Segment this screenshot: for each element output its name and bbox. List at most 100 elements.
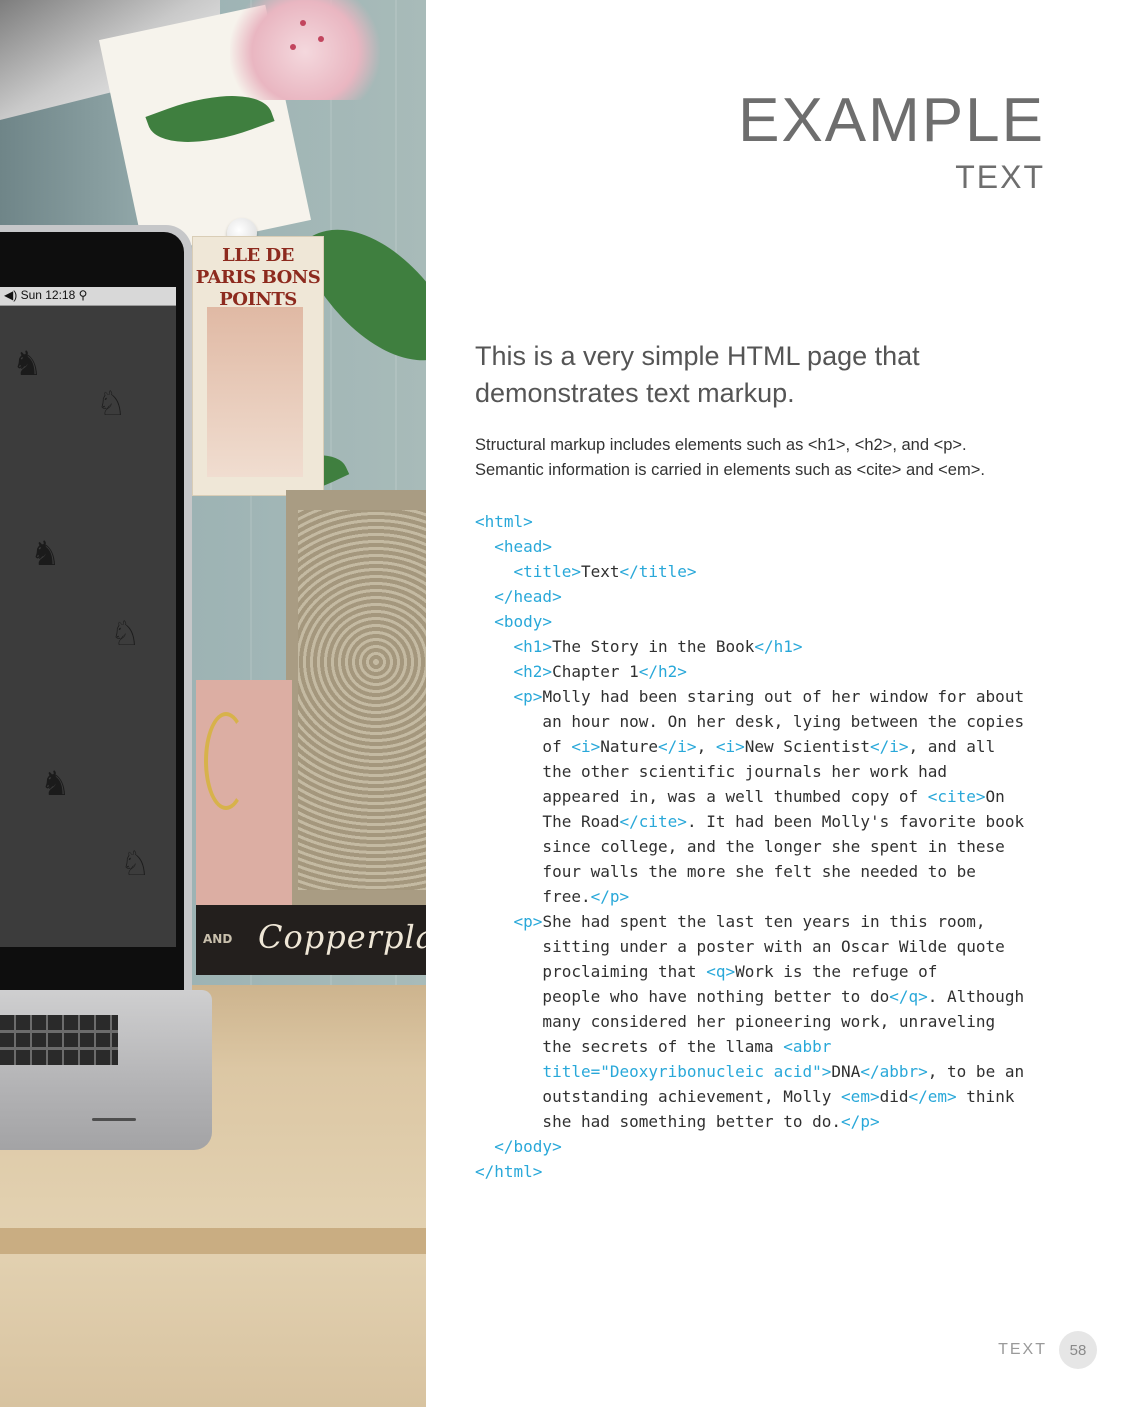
code-text: appeared in, was a well thumbed copy of — [475, 787, 928, 806]
code-listing: <html> <head> <title>Text</title> </head… — [475, 509, 1024, 1184]
code-line: </head> — [475, 584, 1024, 609]
code-tag: </head> — [494, 587, 562, 606]
keyboard-row-gap — [0, 1047, 118, 1050]
code-tag: <p> — [513, 912, 543, 931]
code-text: she had something better to do. — [475, 1112, 842, 1131]
code-line: an hour now. On her desk, lying between … — [475, 709, 1024, 734]
code-text: since college, and the longer she spent … — [475, 837, 1005, 856]
code-text: sitting under a poster with an Oscar Wil… — [475, 937, 1005, 956]
page-subtitle: TEXT — [955, 159, 1045, 195]
code-text: the other scientific journals her work h… — [475, 762, 948, 781]
code-line: of <i>Nature</i>, <i>New Scientist</i>, … — [475, 734, 1024, 759]
intro-line: This is a very simple HTML page that — [475, 341, 920, 371]
laptop-keyboard — [0, 1015, 118, 1065]
code-line: since college, and the longer she spent … — [475, 834, 1024, 859]
code-line: many considered her pioneering work, unr… — [475, 1009, 1024, 1034]
code-line: four walls the more she felt she needed … — [475, 859, 1024, 884]
code-tag: </i> — [869, 737, 909, 756]
code-text: , to be an — [927, 1062, 1025, 1081]
code-text: DNA — [831, 1062, 861, 1081]
code-text: four walls the more she felt she needed … — [475, 862, 976, 881]
code-line: The Road</cite>. It had been Molly's fav… — [475, 809, 1024, 834]
code-tag: </q> — [889, 987, 928, 1006]
code-text: . It had been Molly's favorite book — [686, 812, 1025, 831]
code-tag: <h2> — [513, 662, 553, 681]
code-line: <body> — [475, 609, 1024, 634]
code-tag: </body> — [494, 1137, 562, 1156]
code-tag: <em> — [841, 1087, 880, 1106]
code-line: <h2>Chapter 1</h2> — [475, 659, 1024, 684]
code-tag: </h1> — [754, 637, 803, 656]
code-line: sitting under a poster with an Oscar Wil… — [475, 934, 1024, 959]
section-heading: EXAMPLE TEXT — [738, 86, 1045, 196]
code-text: Nature — [600, 737, 659, 756]
code-text: . Although — [927, 987, 1025, 1006]
code-line: the secrets of the llama <abbr — [475, 1034, 1024, 1059]
code-text: of — [475, 737, 572, 756]
code-text: The Road — [475, 812, 620, 831]
code-tag: <head> — [494, 537, 553, 556]
book-spine-label: Copperpla — [258, 918, 426, 956]
code-tag: </html> — [475, 1162, 543, 1181]
description-line: Structural markup includes elements such… — [475, 436, 967, 454]
code-text: Molly had been staring out of her window… — [542, 687, 1025, 706]
code-line: <head> — [475, 534, 1024, 559]
footer-section-label: TEXT — [998, 1341, 1047, 1358]
code-tag: <title> — [513, 562, 581, 581]
code-text: an hour now. On her desk, lying between … — [475, 712, 1025, 731]
code-text: Chapter 1 — [552, 662, 639, 681]
code-tag: </abbr> — [860, 1062, 928, 1081]
deer-pattern-icon: ♘ — [96, 384, 127, 424]
spotlight-search-icon: ⚲ — [78, 288, 88, 302]
code-tag: </em> — [908, 1087, 957, 1106]
petal-spot — [300, 20, 306, 26]
postcard-illustration — [207, 307, 303, 477]
deer-pattern-icon: ♞ — [30, 534, 61, 574]
code-line: proclaiming that <q>Work is the refuge o… — [475, 959, 1024, 984]
code-tag: <cite> — [927, 787, 986, 806]
code-tag: <p> — [513, 687, 543, 706]
book-ornament — [298, 510, 426, 890]
code-line: <title>Text</title> — [475, 559, 1024, 584]
code-tag: <h1> — [513, 637, 553, 656]
deer-pattern-icon: ♘ — [120, 844, 151, 884]
petal-spot — [290, 44, 296, 50]
code-line: appeared in, was a well thumbed copy of … — [475, 784, 1024, 809]
code-tag: </i> — [658, 737, 697, 756]
code-line: free.</p> — [475, 884, 1024, 909]
code-text: Text — [580, 562, 620, 581]
page-title: EXAMPLE — [738, 86, 1045, 155]
code-tag: </cite> — [619, 812, 687, 831]
code-text: people who have nothing better to do — [475, 987, 890, 1006]
code-line: </body> — [475, 1134, 1024, 1159]
code-line: title="Deoxyribonucleic acid">DNA</abbr>… — [475, 1059, 1024, 1084]
code-text: The Story in the Book — [552, 637, 755, 656]
code-line: she had something better to do.</p> — [475, 1109, 1024, 1134]
code-line: the other scientific journals her work h… — [475, 759, 1024, 784]
code-tag: <html> — [475, 512, 533, 531]
clock-text: Sun 12:18 — [20, 288, 76, 302]
code-text: On — [985, 787, 1005, 806]
code-text: did — [879, 1087, 909, 1106]
lily-flower — [230, 0, 380, 100]
deer-pattern-icon: ♞ — [40, 764, 71, 804]
heart-ornament — [204, 712, 248, 810]
laptop-front-slot — [92, 1118, 136, 1121]
code-tag: title="Deoxyribonucleic acid"> — [542, 1062, 832, 1081]
code-text: free. — [475, 887, 591, 906]
desk-edge — [0, 1228, 426, 1254]
deer-pattern-icon: ♘ — [110, 614, 141, 654]
code-line: outstanding achievement, Molly <em>did</… — [475, 1084, 1024, 1109]
laptop-base — [0, 990, 212, 1150]
workspace-photo: LLE DE PARIS BONS POINTS AND Copperpla ◀… — [0, 0, 426, 1407]
code-line: people who have nothing better to do</q>… — [475, 984, 1024, 1009]
code-tag: <abbr — [783, 1037, 832, 1056]
page-footer: TEXT 58 — [998, 1331, 1097, 1369]
